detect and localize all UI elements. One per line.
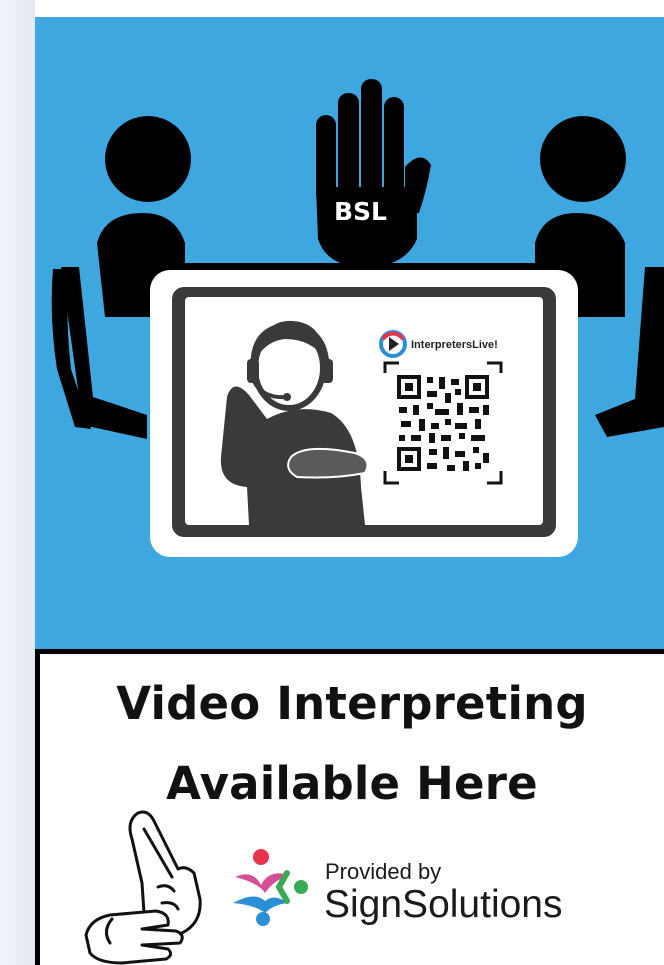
panel-divider [35,649,664,654]
headline-line-1: Video Interpreting [116,677,588,730]
tablet-device [150,270,578,557]
sign-language-hands-icon [84,810,202,965]
signsolutions-logo-icon [233,849,308,926]
signsolutions-brand-name: SignSolutions [324,883,563,926]
meeting-illustration [51,79,664,557]
raised-hand-icon [316,79,431,267]
qr-code-icon [383,361,503,485]
background-strip [0,0,35,965]
provided-by-label: Provided by [325,859,442,884]
video-interpreting-poster: BSL InterpretersLive! Video Interpreting… [35,17,664,965]
bsl-badge: BSL [334,197,387,226]
interpreterslive-logo-text: InterpretersLive! [411,339,498,351]
